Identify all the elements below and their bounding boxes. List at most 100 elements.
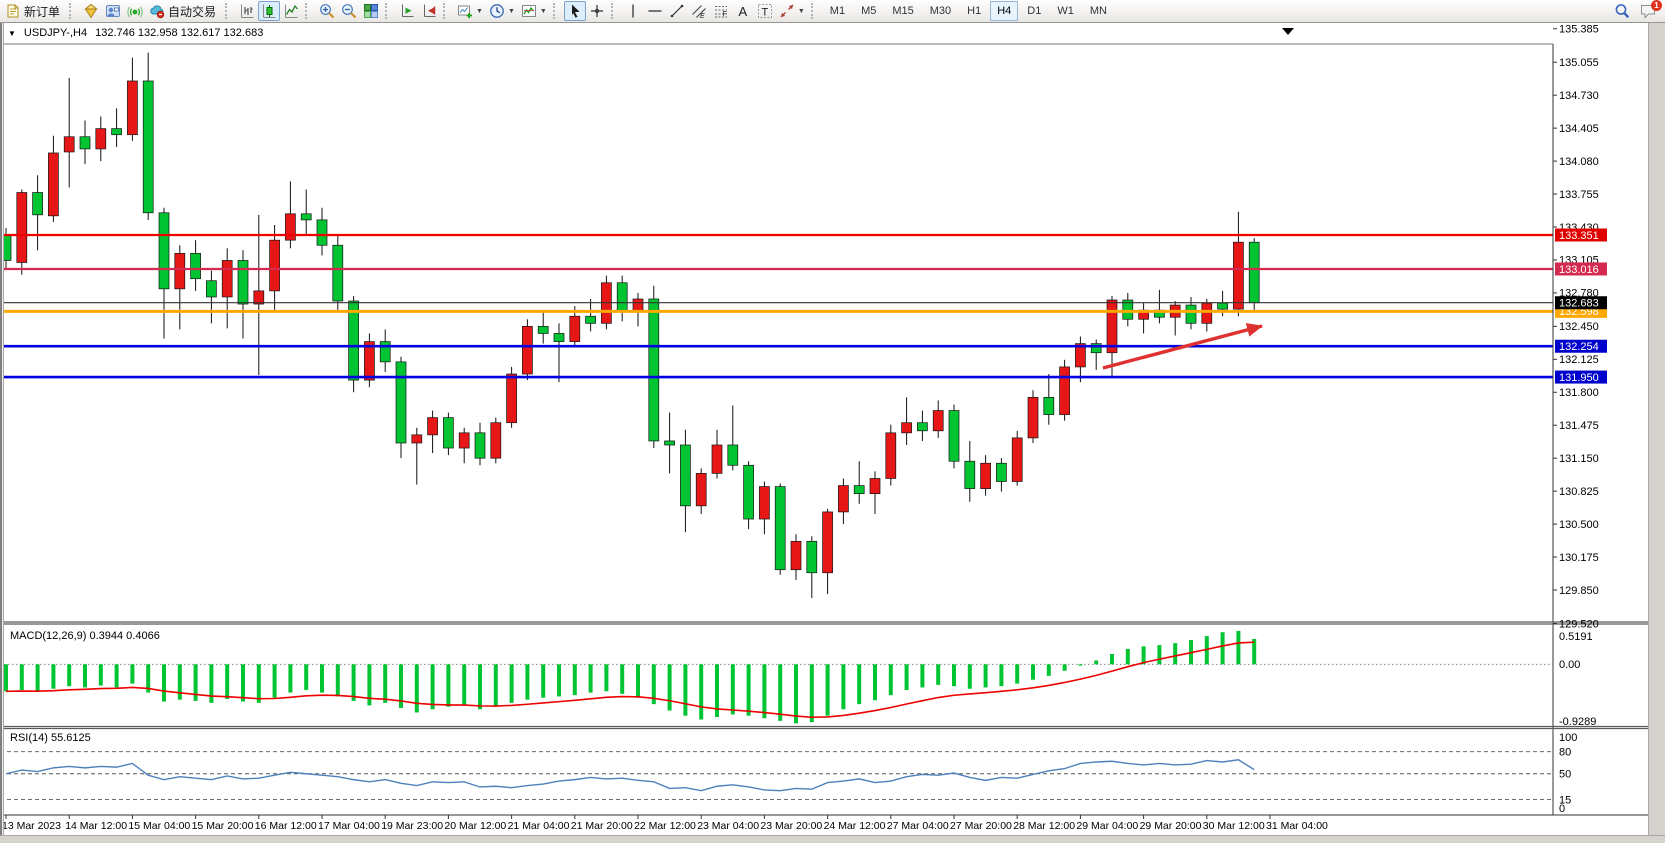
macd-histogram-bar (494, 664, 498, 706)
candle-body (412, 435, 422, 443)
timeframe-h1[interactable]: H1 (960, 1, 988, 21)
zoom-out-button[interactable] (338, 1, 360, 21)
timeframe-m15[interactable]: M15 (885, 1, 920, 21)
chevron-down-icon: ▼ (508, 8, 515, 15)
svg-text:0: 0 (1559, 803, 1565, 815)
terminal-button[interactable] (102, 1, 124, 21)
cursor-tool-button[interactable] (564, 1, 586, 21)
macd-histogram-bar (4, 664, 8, 691)
rsi-indicator-label: RSI(14) 55.6125 (10, 732, 91, 744)
textA-icon: A (735, 3, 751, 19)
candle-body (665, 441, 675, 445)
timeframe-m30[interactable]: M30 (923, 1, 958, 21)
svg-text:131.950: 131.950 (1559, 372, 1599, 384)
line-chart-button[interactable] (280, 1, 302, 21)
macd-histogram-bar (115, 664, 119, 687)
fibonacci-tool[interactable]: F (710, 1, 732, 21)
svg-text:135.385: 135.385 (1559, 24, 1599, 36)
price-axis[interactable]: 135.385135.055134.730134.405134.080133.7… (1553, 24, 1607, 631)
hline-objects[interactable] (0, 235, 1553, 377)
autotrading-button[interactable]: 自动交易 (146, 1, 222, 21)
linechart-icon (283, 3, 299, 19)
horizontal-line-tool[interactable] (644, 1, 666, 21)
candle-body (712, 445, 722, 473)
svg-text:131.475: 131.475 (1559, 420, 1599, 432)
signals-button[interactable] (124, 1, 146, 21)
toolbar: 新订单自动交易▼▼▼EFAT▼M1M5M15M30H1H4D1W1MN 1 (0, 0, 1665, 23)
candle-body (222, 260, 232, 297)
marketwatch-icon (83, 3, 99, 19)
new-chart-button[interactable]: ▼ (454, 1, 486, 21)
indicators-button[interactable]: ▼ (518, 1, 550, 21)
timeframe-m5[interactable]: M5 (854, 1, 883, 21)
macd-histogram-bar (209, 664, 213, 703)
macd-histogram-bar (999, 664, 1003, 686)
vertical-line-tool[interactable] (622, 1, 644, 21)
macd-histogram-bar (20, 664, 24, 690)
svg-text:131.800: 131.800 (1559, 387, 1599, 399)
zoom-in-button[interactable] (316, 1, 338, 21)
ohlc-values: 132.746 132.958 132.617 132.683 (95, 27, 263, 39)
vline-icon (625, 3, 641, 19)
timeframe-h4[interactable]: H4 (990, 1, 1018, 21)
svg-text:133.351: 133.351 (1559, 230, 1599, 242)
rsi-pane[interactable]: 1008050150 (0, 732, 1577, 815)
time-axis[interactable]: 13 Mar 202314 Mar 12:0015 Mar 04:0015 Ma… (2, 815, 1328, 832)
macd-histogram-bar (762, 664, 766, 718)
svg-text:133.755: 133.755 (1559, 189, 1599, 201)
search-button[interactable] (1611, 1, 1633, 21)
svg-text:A: A (738, 4, 747, 19)
chart-shift-button[interactable] (418, 1, 440, 21)
text-tool[interactable]: A (732, 1, 754, 21)
macd-histogram-bar (668, 664, 672, 710)
price-chart-canvas[interactable]: 135.385135.055134.730134.405134.080133.7… (0, 23, 1665, 843)
trendline-tool[interactable] (666, 1, 688, 21)
timeframe-mn[interactable]: MN (1083, 1, 1114, 21)
macd-histogram-bar (336, 664, 340, 696)
svg-text:16 Mar 12:00: 16 Mar 12:00 (255, 820, 317, 832)
timeframe-m1[interactable]: M1 (823, 1, 852, 21)
svg-text:130.825: 130.825 (1559, 486, 1599, 498)
macd-histogram-bar (162, 664, 166, 701)
chart-frame (0, 44, 1665, 815)
crosshair-tool-button[interactable] (586, 1, 608, 21)
chat-button[interactable]: 1 (1637, 1, 1659, 21)
macd-pane[interactable]: 0.51910.00-0.9289 (0, 631, 1596, 728)
chart-window[interactable]: 135.385135.055134.730134.405134.080133.7… (0, 23, 1665, 843)
bar-chart-button[interactable] (236, 1, 258, 21)
macd-histogram-bar (589, 664, 593, 692)
macd-histogram-bar (510, 664, 514, 703)
channel-tool[interactable]: E (688, 1, 710, 21)
candle-body (728, 445, 738, 465)
macd-histogram-bar (446, 664, 450, 706)
candle-body (981, 463, 991, 488)
symbol-dropdown-icon[interactable]: ▼ (8, 29, 16, 38)
text-label-tool[interactable]: T (754, 1, 776, 21)
macd-histogram-bar (636, 664, 640, 697)
timeframe-w1[interactable]: W1 (1050, 1, 1081, 21)
svg-text:80: 80 (1559, 747, 1571, 759)
arrows-tool[interactable]: ▼ (776, 1, 808, 21)
new-order-button[interactable]: 新订单 (2, 1, 66, 21)
chart-shift-marker[interactable] (1282, 28, 1294, 35)
tile-windows-button[interactable] (360, 1, 382, 21)
macd-histogram-bar (1031, 664, 1035, 679)
candle-body (301, 214, 311, 220)
candle-body (64, 137, 74, 152)
candlestick-chart-button[interactable] (258, 1, 280, 21)
macd-histogram-bar (889, 664, 893, 695)
macd-histogram-bar (383, 664, 387, 703)
svg-text:29 Mar 20:00: 29 Mar 20:00 (1140, 820, 1202, 832)
svg-text:133.016: 133.016 (1559, 264, 1599, 276)
macd-histogram-bar (573, 664, 577, 695)
auto-scroll-button[interactable] (396, 1, 418, 21)
candle-body (917, 423, 927, 431)
candle-body (617, 283, 627, 311)
timeframe-d1[interactable]: D1 (1020, 1, 1048, 21)
svg-text:24 Mar 12:00: 24 Mar 12:00 (824, 820, 886, 832)
candle-body (680, 445, 690, 506)
candle-body (775, 487, 785, 570)
market-watch-button[interactable] (80, 1, 102, 21)
toolbar-group-separator (385, 3, 392, 19)
periods-button[interactable]: ▼ (486, 1, 518, 21)
